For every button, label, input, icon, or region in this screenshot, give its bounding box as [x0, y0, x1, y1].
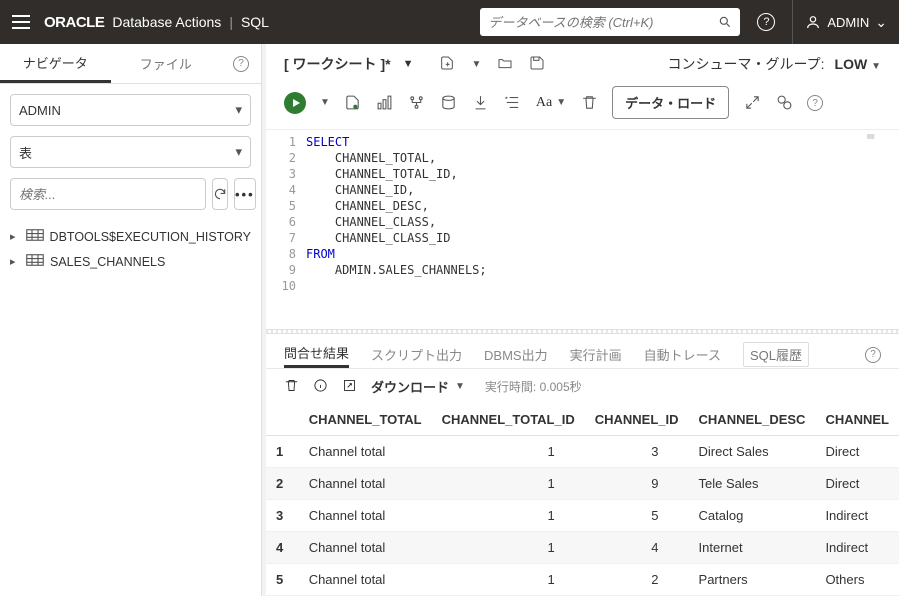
brand-product: Database Actions	[112, 14, 221, 30]
sidebar-help[interactable]: ?	[221, 44, 261, 83]
object-search-input[interactable]	[10, 178, 206, 210]
worksheet-name: [ ワークシート ]*	[284, 54, 391, 74]
table-row[interactable]: 4Channel total14InternetIndirect	[266, 532, 899, 564]
sql-editor[interactable]: 12345678910 SELECT CHANNEL_TOTAL, CHANNE…	[266, 129, 899, 329]
user-menu[interactable]: ADMIN ⌄	[792, 0, 887, 44]
user-icon	[805, 14, 821, 30]
column-header[interactable]: CHANNEL_TOTAL	[299, 404, 432, 436]
font-size-button[interactable]: Aa ▼	[536, 95, 566, 111]
chevron-down-icon: ▾	[235, 102, 242, 118]
tab-query-result[interactable]: 問合せ結果	[284, 340, 349, 368]
expand-icon[interactable]: ▸	[10, 255, 20, 268]
help-button[interactable]: ?	[752, 8, 780, 36]
delete-result-button[interactable]	[284, 378, 299, 396]
table-row[interactable]: 2Channel total19Tele SalesDirect	[266, 468, 899, 500]
schema-select[interactable]: ADMIN ▾	[10, 94, 251, 126]
tree-label: SALES_CHANNELS	[50, 255, 165, 269]
chevron-down-icon[interactable]: ▼	[471, 59, 481, 70]
brand-section: SQL	[241, 14, 269, 30]
aa-icon: Aa	[536, 95, 552, 111]
tab-navigator[interactable]: ナビゲータ	[0, 44, 111, 83]
help-icon: ?	[757, 13, 775, 31]
commit-button[interactable]	[440, 94, 458, 112]
tree-item[interactable]: ▸ DBTOOLS$EXECUTION_HISTORY	[10, 224, 251, 249]
consumer-group-select[interactable]: LOW ▼	[835, 56, 881, 72]
split-handle[interactable]	[266, 329, 899, 334]
tab-dbms-output[interactable]: DBMS出力	[484, 340, 548, 368]
object-type-value: 表	[19, 143, 32, 162]
find-button[interactable]	[775, 94, 793, 112]
schema-value: ADMIN	[19, 103, 61, 118]
column-header[interactable]: CHANNEL_ID	[585, 404, 689, 436]
object-type-select[interactable]: 表 ▾	[10, 136, 251, 168]
save-button[interactable]	[529, 55, 545, 74]
tab-script-output[interactable]: スクリプト出力	[371, 340, 462, 368]
autotrace-button[interactable]	[408, 94, 426, 112]
brand-area: ORACLE Database Actions | SQL	[44, 14, 269, 31]
hamburger-menu-icon[interactable]	[12, 13, 30, 31]
minimap[interactable]: ██████	[867, 134, 887, 146]
help-icon: ?	[233, 56, 249, 72]
table-row[interactable]: 5Channel total12PartnersOthers	[266, 564, 899, 596]
expand-icon[interactable]: ▸	[10, 230, 20, 243]
download-results-button[interactable]: ダウンロード ▼	[371, 377, 465, 396]
new-worksheet-button[interactable]	[439, 55, 455, 74]
consumer-group-label: コンシューマ・グループ:	[667, 54, 824, 74]
chevron-down-icon: ▼	[556, 97, 566, 108]
refresh-icon	[213, 187, 227, 201]
open-button[interactable]	[497, 55, 513, 74]
column-header[interactable]: CHANNEL_TOTAL_ID	[432, 404, 585, 436]
execution-time: 実行時間: 0.005秒	[485, 378, 582, 395]
column-header[interactable]	[266, 404, 299, 436]
toolbar-help-button[interactable]: ?	[807, 94, 823, 112]
run-script-button[interactable]	[344, 94, 362, 112]
worksheet-selector[interactable]: [ ワークシート ]* ▼ ▼	[284, 54, 545, 74]
format-button[interactable]	[504, 94, 522, 112]
search-input[interactable]	[488, 15, 718, 30]
chevron-down-icon: ▾	[235, 144, 242, 160]
tab-files[interactable]: ファイル	[111, 44, 222, 83]
brand-separator: |	[229, 14, 233, 30]
result-grid: CHANNEL_TOTALCHANNEL_TOTAL_IDCHANNEL_IDC…	[266, 404, 899, 596]
expand-button[interactable]	[743, 94, 761, 112]
explain-plan-button[interactable]	[376, 94, 394, 112]
chevron-down-icon: ▼	[871, 61, 881, 72]
run-menu-chevron[interactable]: ▼	[320, 97, 330, 108]
table-icon	[26, 253, 44, 270]
tree-label: DBTOOLS$EXECUTION_HISTORY	[50, 230, 251, 244]
tab-sql-history[interactable]: SQL履歴	[743, 342, 809, 367]
user-name: ADMIN	[827, 15, 869, 30]
tab-autotrace[interactable]: 自動トレース	[644, 340, 721, 368]
search-icon	[718, 15, 732, 29]
table-icon	[26, 228, 44, 245]
global-search[interactable]	[480, 8, 740, 36]
data-load-button[interactable]: データ・ロード	[612, 86, 729, 119]
tree-item[interactable]: ▸ SALES_CHANNELS	[10, 249, 251, 274]
chevron-down-icon: ⌄	[875, 14, 887, 31]
refresh-button[interactable]	[212, 178, 228, 210]
chevron-down-icon: ▼	[455, 381, 465, 392]
table-row[interactable]: 3Channel total15CatalogIndirect	[266, 500, 899, 532]
chevron-down-icon: ▼	[403, 58, 414, 70]
column-header[interactable]: CHANNEL_DESC	[689, 404, 816, 436]
download-button[interactable]	[472, 94, 490, 112]
brand-logo: ORACLE	[44, 14, 104, 31]
open-new-window-button[interactable]	[342, 378, 357, 396]
table-row[interactable]: 1Channel total13Direct SalesDirect	[266, 436, 899, 468]
clear-button[interactable]	[580, 94, 598, 112]
info-button[interactable]	[313, 378, 328, 396]
results-help-button[interactable]: ?	[865, 345, 881, 363]
column-header[interactable]: CHANNEL	[815, 404, 899, 436]
run-button[interactable]	[284, 92, 306, 114]
more-button[interactable]: •••	[234, 178, 256, 210]
more-icon: •••	[235, 187, 255, 202]
tab-explain-plan[interactable]: 実行計画	[570, 340, 622, 368]
